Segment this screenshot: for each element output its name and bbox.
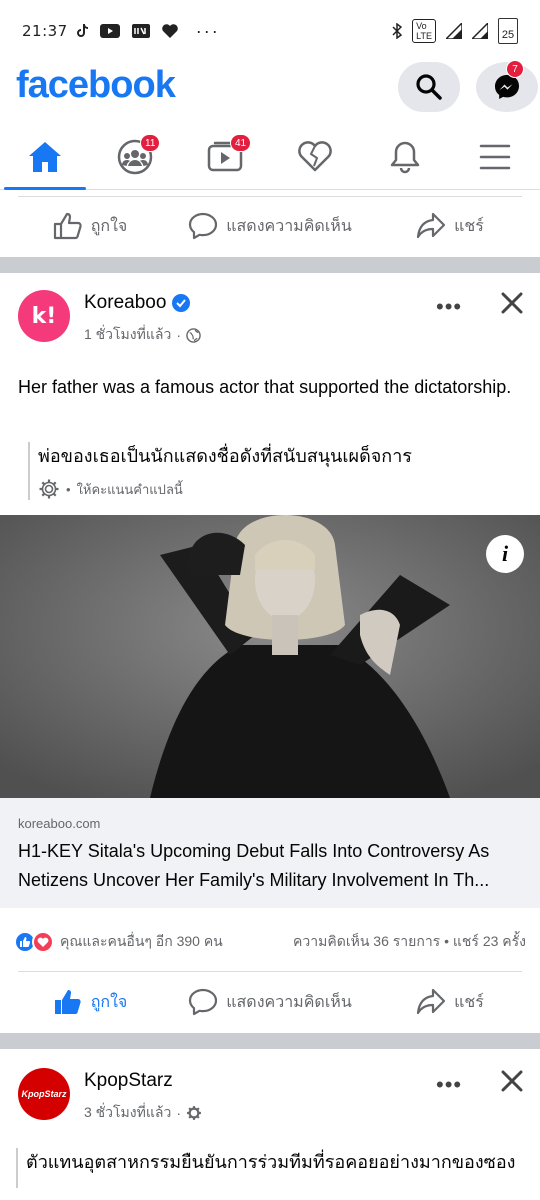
post-header: k! Koreaboo 1 ชั่วโมงที่แล้ว · ••• [0,290,540,360]
tab-dating[interactable] [270,124,360,190]
menu-icon [479,144,511,170]
reactions-summary[interactable]: คุณและคนอื่นๆ อีก 390 คน ความคิดเห็น 36 … [0,920,540,964]
page-name[interactable]: Koreaboo [84,292,191,314]
close-icon [501,1070,523,1092]
translation-block: พ่อของเธอเป็นนักแสดงชื่อดังที่สนับสนุนเผ… [28,442,528,500]
avatar-logo: k! [31,303,57,329]
link-title-line-2: Netizens Uncover Her Family's Military I… [18,870,490,890]
groups-badge: 11 [140,134,161,152]
like-filled-icon [54,990,81,1014]
youtube-icon [99,24,120,38]
more-status-icon: ··· [195,20,220,41]
comment-label: แสดงความคิดเห็น [226,217,352,235]
comments-shares-count[interactable]: ความคิดเห็น 36 รายการ • แชร์ 23 ครั้ง [293,931,526,953]
rate-translation[interactable]: • ให้คะแนนคำแปลนี้ [38,478,528,500]
share-icon [417,212,446,239]
status-time: 21:37 [22,22,68,40]
post-2-text: ตัวแทนอุตสาหกรรมยืนยันการร่วมทีมที่รอคอย… [26,1152,516,1172]
globe-icon [186,327,201,343]
like-icon [53,212,82,240]
feed-divider [0,1033,540,1049]
home-icon [29,142,61,172]
verified-badge-icon [172,294,191,312]
post-time[interactable]: 1 ชั่วโมงที่แล้ว [84,324,171,346]
post-time[interactable]: 3 ชั่วโมงที่แล้ว [84,1102,171,1124]
tab-bar: 11 41 [0,124,540,190]
search-icon [416,74,442,100]
hide-post-button[interactable] [500,1068,524,1100]
volte-icon: Vo LTE [412,19,436,43]
post-text: Her father was a famous actor that suppo… [18,377,512,397]
share-label: แชร์ [454,993,484,1011]
tab-watch[interactable]: 41 [180,124,270,190]
like-button[interactable]: ถูกใจ [0,212,180,240]
share-button[interactable]: แชร์ [360,988,540,1016]
prev-post-actions: ถูกใจ แสดงความคิดเห็น แชร์ [0,196,540,256]
share-label: แชร์ [454,217,484,235]
bluetooth-icon [392,23,403,39]
feed-divider [0,257,540,273]
comment-icon [189,212,218,240]
link-title-line-1: H1-KEY Sitala's Upcoming Debut Falls Int… [18,841,490,861]
like-button[interactable]: ถูกใจ [0,988,180,1016]
comment-icon [189,988,218,1016]
heart-status-icon [161,24,178,38]
portrait-image [0,515,540,798]
post-meta: 3 ชั่วโมงที่แล้ว · [84,1102,202,1124]
like-label: ถูกใจ [90,217,128,235]
page-avatar[interactable]: k! [18,290,70,342]
watch-badge: 41 [230,134,252,152]
post-header: KpopStarz KpopStarz 3 ชั่วโมงที่แล้ว · •… [0,1068,540,1138]
post-more-button[interactable]: ••• [436,1072,462,1098]
heart-icon [298,141,332,172]
tab-home[interactable] [0,124,90,190]
share-button[interactable]: แชร์ [360,212,540,240]
reactions-text: คุณและคนอื่นๆ อีก 390 คน [60,933,223,949]
translation-block: ตัวแทนอุตสาหกรรมยืนยันการร่วมทีมที่รอคอย… [16,1148,516,1188]
page-name-text: Koreaboo [84,292,167,313]
link-domain: koreaboo.com [18,816,101,831]
hide-post-button[interactable] [500,290,524,322]
avatar-logo: KpopStarz [21,1089,67,1099]
search-button[interactable] [398,62,460,112]
tab-notifications[interactable] [360,124,450,190]
app-icon [131,24,150,38]
post-more-button[interactable]: ••• [436,294,462,320]
love-reaction-icon [32,931,54,953]
like-label: ถูกใจ [90,993,128,1011]
info-button[interactable]: i [486,535,524,573]
comment-button[interactable]: แสดงความคิดเห็น [180,988,360,1016]
signal-icon [446,23,462,39]
close-icon [501,292,523,314]
post-meta: 1 ชั่วโมงที่แล้ว · [84,324,201,346]
tab-groups[interactable]: 11 [90,124,180,190]
status-bar: 21:37 ··· Vo LTE 25 [0,0,540,62]
messenger-button[interactable]: 7 [476,60,538,112]
page-name[interactable]: KpopStarz [84,1070,173,1092]
tab-menu[interactable] [450,124,540,190]
bell-icon [390,141,420,174]
comment-label: แสดงความคิดเห็น [226,993,352,1011]
share-icon [417,988,446,1015]
signal-2-icon [472,23,488,39]
gear-icon [39,479,59,499]
facebook-logo[interactable]: facebook [16,64,176,107]
translated-text: พ่อของเธอเป็นนักแสดงชื่อดังที่สนับสนุนเผ… [38,446,412,466]
battery-icon: 25 [498,18,518,44]
post-actions: ถูกใจ แสดงความคิดเห็น แชร์ [0,972,540,1032]
link-preview[interactable]: koreaboo.com H1-KEY Sitala's Upcoming De… [0,798,540,908]
tiktok-icon [76,24,88,37]
comment-button[interactable]: แสดงความคิดเห็น [180,212,360,240]
app-header: facebook 7 [0,60,540,122]
post-photo[interactable]: i [0,515,540,798]
page-name-text: KpopStarz [84,1070,173,1091]
gear-icon [187,1106,201,1120]
messenger-badge: 7 [506,60,524,78]
page-avatar[interactable]: KpopStarz [18,1068,70,1120]
rate-translation-label: ให้คะแนนคำแปลนี้ [76,481,183,497]
